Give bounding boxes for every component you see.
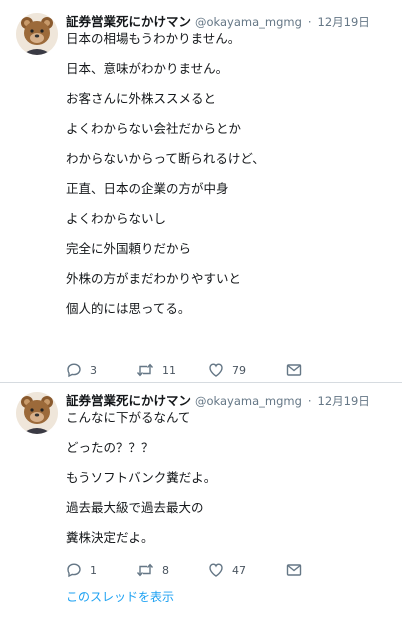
reply-count: 3 (90, 363, 97, 377)
tweet-line: よくわからない会社だからとか (66, 121, 242, 136)
like-count: 47 (232, 563, 246, 577)
reply-count: 1 (90, 563, 97, 577)
tweet-line: 個人的には思ってる。 (66, 301, 191, 316)
retweet-button[interactable]: 11 (136, 362, 208, 378)
tweet-header: 証券営業死にかけマン @okayama_mgmg · 12月19日 (66, 390, 396, 409)
reply-icon (67, 563, 81, 578)
tweet-line: 日本、意味がわかりません。 (66, 61, 229, 76)
envelope-icon (286, 564, 302, 576)
tweet-line (66, 515, 392, 530)
tweet-line (66, 425, 392, 440)
tweet-line: もうソフトバンク糞だよ。 (66, 470, 217, 485)
tweet-line: 外株の方がまだわかりやすいと (66, 271, 242, 286)
tweet-actions: 3 11 79 (66, 360, 302, 380)
show-thread-link[interactable]: このスレッドを表示 (66, 588, 174, 605)
tweet[interactable]: 証券営業死にかけマン @okayama_mgmg · 12月19日 こんなに下が… (0, 383, 402, 640)
separator: · (307, 394, 312, 408)
tweet-line (66, 485, 392, 500)
author-handle[interactable]: @okayama_mgmg (195, 15, 302, 29)
bear-mask-avatar-icon (16, 13, 58, 55)
reply-button[interactable]: 1 (66, 562, 136, 578)
tweet-line: 正直、日本の企業の方が中身 (66, 181, 229, 196)
retweet-icon (136, 563, 154, 577)
avatar[interactable] (16, 392, 58, 434)
tweet-line (66, 106, 392, 121)
tweet-line: 完全に外国頼りだから (66, 241, 192, 256)
heart-icon (209, 363, 223, 377)
heart-icon (209, 563, 223, 577)
tweet-actions: 1 8 47 (66, 560, 302, 580)
tweet-line: どったの？？？ (66, 440, 154, 455)
tweet-line: よくわからないし (66, 211, 167, 226)
like-button[interactable]: 47 (208, 562, 286, 578)
separator: · (307, 15, 312, 29)
tweet-line (66, 455, 392, 470)
tweet-line (66, 166, 392, 181)
tweet-date[interactable]: 12月19日 (318, 15, 370, 29)
tweet-line (66, 196, 392, 211)
envelope-icon (286, 364, 302, 376)
tweet-text: 日本の相場もうわかりません。 日本、意味がわかりません。 お客さんに外株ススメる… (66, 31, 392, 316)
tweet-line: 過去最大級で過去最大の (66, 500, 204, 515)
tweet-line (66, 76, 392, 91)
tweet-line: お客さんに外株ススメると (66, 91, 217, 106)
tweet-header: 証券営業死にかけマン @okayama_mgmg · 12月19日 (66, 11, 396, 30)
bear-mask-avatar-icon (16, 392, 58, 434)
tweet-line (66, 46, 392, 61)
author-name[interactable]: 証券営業死にかけマン (66, 393, 191, 408)
tweet-line (66, 256, 392, 271)
tweet-line (66, 226, 392, 241)
tweet-line (66, 136, 392, 151)
retweet-icon (136, 363, 154, 377)
tweet-line: わからないからって断られるけど、 (66, 151, 265, 166)
tweet[interactable]: 証券営業死にかけマン @okayama_mgmg · 12月19日 日本の相場も… (0, 0, 402, 383)
tweet-text: こんなに下がるなんて どったの？？？ もうソフトバンク糞だよ。 過去最大級で過去… (66, 410, 392, 545)
tweet-date[interactable]: 12月19日 (318, 394, 370, 408)
reply-icon (67, 363, 81, 378)
like-button[interactable]: 79 (208, 362, 286, 378)
share-button[interactable] (286, 362, 302, 378)
reply-button[interactable]: 3 (66, 362, 136, 378)
tweet-line: 糞株決定だよ。 (66, 530, 154, 545)
tweet-line (66, 286, 392, 301)
like-count: 79 (232, 363, 246, 377)
retweet-button[interactable]: 8 (136, 562, 208, 578)
avatar[interactable] (16, 13, 58, 55)
retweet-count: 11 (162, 363, 176, 377)
tweet-line: こんなに下がるなんて (66, 410, 191, 425)
retweet-count: 8 (162, 563, 169, 577)
author-name[interactable]: 証券営業死にかけマン (66, 14, 191, 29)
author-handle[interactable]: @okayama_mgmg (195, 394, 302, 408)
tweet-line: 日本の相場もうわかりません。 (66, 31, 241, 46)
share-button[interactable] (286, 562, 302, 578)
